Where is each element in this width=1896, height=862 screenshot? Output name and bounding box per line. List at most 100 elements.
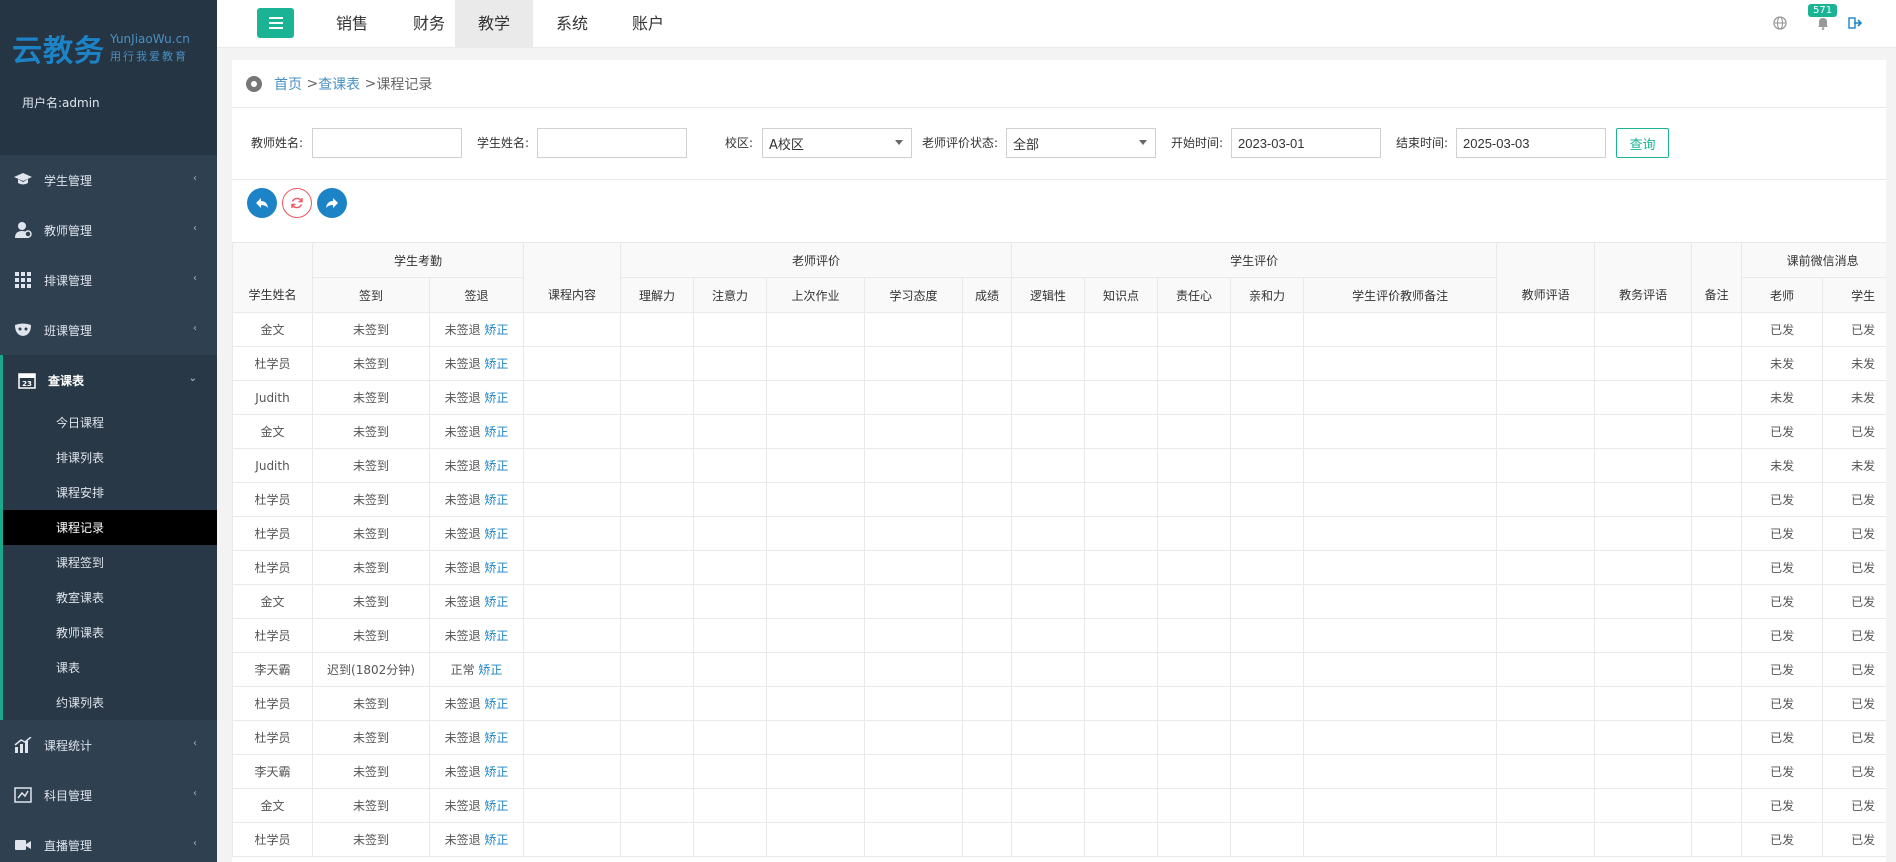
fix-link[interactable]: 矫正 (484, 765, 508, 779)
fix-link[interactable]: 矫正 (484, 697, 508, 711)
cell-sign-out: 未签退 矫正 (428, 618, 525, 653)
fix-link[interactable]: 矫正 (484, 425, 508, 439)
student-name-input[interactable] (537, 128, 687, 158)
col-header-score[interactable]: 成绩 (962, 277, 1013, 313)
sidebar-item-teacher-management[interactable]: 教师管理 ‹ (0, 205, 217, 255)
cell-remark (1691, 652, 1743, 687)
sidebar-subitem-schedule-list[interactable]: 排课列表 (3, 440, 217, 475)
refresh-button[interactable] (282, 188, 312, 218)
sidebar-item-scheduling[interactable]: 排课管理 ‹ (0, 255, 217, 305)
col-header-remark[interactable]: 备注 (1691, 242, 1743, 313)
cell-affinity (1230, 720, 1305, 755)
col-header-sign-in[interactable]: 签到 (312, 277, 430, 313)
sidebar-item-student-management[interactable]: 学生管理 ‹ (0, 155, 217, 205)
sidebar-subitem-timetable[interactable]: 课表 (3, 650, 217, 685)
eval-status-select[interactable]: 全部 (1006, 128, 1156, 158)
fix-link[interactable]: 矫正 (478, 663, 502, 677)
nav-tab-teaching[interactable]: 教学 (455, 0, 533, 48)
sidebar-item-live-management[interactable]: 直播管理 ‹ (0, 820, 217, 862)
col-header-admin-comment[interactable]: 教务评语 (1594, 242, 1693, 313)
fix-link[interactable]: 矫正 (484, 561, 508, 575)
col-header-teacher-comment[interactable]: 教师评语 (1496, 242, 1596, 313)
fix-link[interactable]: 矫正 (484, 629, 508, 643)
col-header-student-name[interactable]: 学生姓名 (232, 242, 313, 313)
col-header-affinity[interactable]: 亲和力 (1230, 277, 1305, 313)
fix-link[interactable]: 矫正 (484, 595, 508, 609)
fix-link[interactable]: 矫正 (484, 323, 508, 337)
sign-out-status: 正常 (450, 663, 475, 677)
cell-attention (693, 312, 768, 347)
cell-affinity (1230, 822, 1305, 857)
fix-link[interactable]: 矫正 (484, 493, 508, 507)
breadcrumb-home-link[interactable]: 首页 (274, 74, 302, 94)
breadcrumb-parent-link[interactable]: 查课表 (318, 74, 360, 94)
fix-link[interactable]: 矫正 (484, 357, 508, 371)
col-header-logic[interactable]: 逻辑性 (1011, 277, 1086, 313)
fix-link[interactable]: 矫正 (484, 799, 508, 813)
sidebar-subitem-course-signin[interactable]: 课程签到 (3, 545, 217, 580)
cell-wechat-teacher: 已发 (1741, 312, 1824, 347)
col-header-course-content[interactable]: 课程内容 (523, 242, 622, 313)
col-header-wechat-student[interactable]: 学生 (1822, 277, 1886, 313)
fix-link[interactable]: 矫正 (484, 391, 508, 405)
cell-remark (1691, 346, 1743, 381)
sidebar-item-course-stats[interactable]: 课程统计 ‹ (0, 720, 217, 770)
back-button[interactable] (247, 188, 277, 218)
cell-remark (1691, 788, 1743, 823)
sidebar-subitem-booking-list[interactable]: 约课列表 (3, 685, 217, 720)
fix-link[interactable]: 矫正 (484, 459, 508, 473)
cell-sign-out: 未签退 矫正 (428, 312, 525, 347)
sidebar-subitem-course-arrangement[interactable]: 课程安排 (3, 475, 217, 510)
fix-link[interactable]: 矫正 (484, 833, 508, 847)
cell-score (962, 618, 1013, 653)
cell-student-name: Judith (232, 380, 313, 415)
nav-tab-account[interactable]: 账户 (609, 0, 687, 48)
logout-icon[interactable] (1846, 14, 1864, 32)
col-header-wechat-teacher[interactable]: 老师 (1741, 277, 1824, 313)
cell-remark (1691, 414, 1743, 449)
sidebar-item-timetable[interactable]: 23 查课表 ⌄ (0, 355, 217, 405)
col-header-responsibility[interactable]: 责任心 (1157, 277, 1232, 313)
forward-button[interactable] (317, 188, 347, 218)
teacher-name-input[interactable] (312, 128, 462, 158)
col-header-comprehension[interactable]: 理解力 (620, 277, 695, 313)
col-header-sign-out[interactable]: 签退 (428, 277, 525, 313)
sign-out-status: 未签退 (444, 527, 481, 541)
fix-link[interactable]: 矫正 (484, 527, 508, 541)
cell-sign-in: 未签到 (312, 448, 430, 483)
cell-comprehension (620, 380, 695, 415)
end-time-input[interactable] (1456, 128, 1606, 158)
table-row: 杜学员 未签到 未签退 矫正 已发 已发 (232, 822, 1886, 857)
query-button[interactable]: 查询 (1616, 128, 1669, 158)
col-header-student-eval-note[interactable]: 学生评价教师备注 (1303, 277, 1498, 313)
sidebar-item-label: 学生管理 (44, 173, 93, 188)
sidebar-item-subject-management[interactable]: 科目管理 ‹ (0, 770, 217, 820)
col-header-attitude[interactable]: 学习态度 (864, 277, 964, 313)
nav-tab-system[interactable]: 系统 (533, 0, 611, 48)
globe-icon[interactable] (1771, 14, 1789, 32)
cell-responsibility (1157, 414, 1232, 449)
col-header-attention[interactable]: 注意力 (693, 277, 768, 313)
cell-last-homework (766, 754, 866, 789)
cell-last-homework (766, 618, 866, 653)
sidebar-item-class-management[interactable]: 班课管理 ‹ (0, 305, 217, 355)
sidebar-subitem-classroom-timetable[interactable]: 教室课表 (3, 580, 217, 615)
cell-responsibility (1157, 652, 1232, 687)
sidebar-subitem-today-courses[interactable]: 今日课程 (3, 405, 217, 440)
sidebar-subitem-teacher-timetable[interactable]: 教师课表 (3, 615, 217, 650)
cell-knowledge (1084, 584, 1159, 619)
fix-link[interactable]: 矫正 (484, 731, 508, 745)
cell-logic (1011, 652, 1086, 687)
cell-affinity (1230, 346, 1305, 381)
col-header-knowledge[interactable]: 知识点 (1084, 277, 1159, 313)
start-time-input[interactable] (1231, 128, 1381, 158)
cell-attitude (864, 550, 964, 585)
cell-admin-comment (1594, 788, 1693, 823)
cell-teacher-comment (1496, 346, 1596, 381)
menu-toggle-button[interactable] (257, 8, 294, 38)
col-header-last-homework[interactable]: 上次作业 (766, 277, 866, 313)
sidebar-subitem-course-records[interactable]: 课程记录 (3, 510, 217, 545)
nav-tab-sales[interactable]: 销售 (314, 0, 390, 48)
campus-select[interactable]: A校区 (762, 128, 912, 158)
cell-wechat-student: 未发 (1822, 346, 1886, 381)
